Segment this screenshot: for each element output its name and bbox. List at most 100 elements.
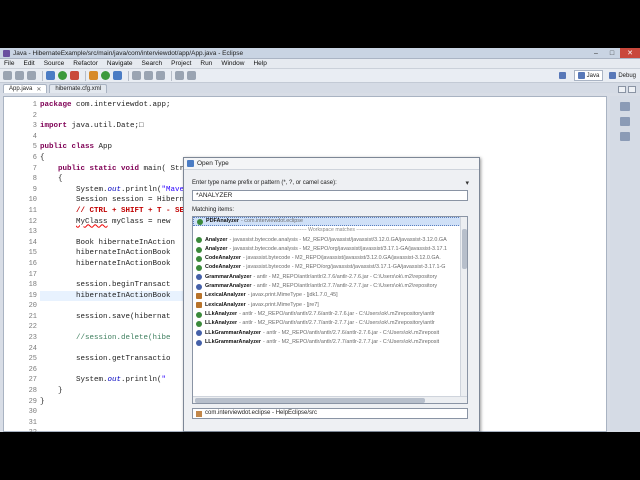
external-tools-icon[interactable] bbox=[70, 71, 79, 80]
window-title: Java - HibernateExample/src/main/java/co… bbox=[13, 49, 244, 57]
menu-help[interactable]: Help bbox=[253, 60, 266, 67]
perspective-switcher: Java Debug bbox=[553, 70, 640, 81]
result-item[interactable]: Analyzer - javassist.bytecode.analysis - … bbox=[193, 236, 467, 245]
result-item[interactable]: CodeAnalyzer - javassist.bytecode - M2_RE… bbox=[193, 263, 467, 272]
type-pattern-input[interactable]: *ANALYZER bbox=[192, 190, 468, 201]
interface-icon bbox=[196, 274, 202, 281]
open-perspective-button[interactable] bbox=[555, 70, 572, 81]
maximize-editor-button[interactable] bbox=[628, 86, 636, 93]
dialog-menu-button[interactable]: ▾ bbox=[465, 179, 469, 187]
menu-navigate[interactable]: Navigate bbox=[107, 60, 133, 67]
close-button[interactable]: ✕ bbox=[620, 48, 640, 58]
matching-items-list[interactable]: PDFAnalyzer - com.interviewdot.eclipse ---… bbox=[192, 216, 468, 404]
minimize-button[interactable]: – bbox=[588, 48, 604, 58]
toolbar-separator bbox=[85, 70, 86, 81]
dialog-title-bar: Open Type bbox=[184, 158, 479, 170]
search-icon[interactable] bbox=[144, 71, 153, 80]
result-type-name: PDFAnalyzer bbox=[206, 218, 239, 224]
result-item[interactable]: LLkAnalyzer - antlr - M2_REPO/antlr/antlr… bbox=[193, 310, 467, 319]
cup-icon bbox=[196, 293, 202, 300]
maximize-button[interactable]: □ bbox=[604, 48, 620, 58]
tab-label: hibernate.cfg.xml bbox=[55, 86, 102, 92]
result-type-name: Analyzer bbox=[205, 236, 228, 243]
outline-view-icon[interactable] bbox=[620, 102, 630, 111]
java-perspective-icon bbox=[577, 72, 585, 79]
result-qualifier: - javax.print.MimeType - [jdk1.7.0_45] bbox=[247, 292, 338, 299]
new-icon[interactable] bbox=[3, 71, 12, 80]
line-numbers: 1 2 3 4 5 6 7 8 9 10 11 12 13 14 15 16 17 18 19 20 21 22 23 24 2… bbox=[28, 101, 37, 432]
menu-window[interactable]: Window bbox=[221, 60, 244, 67]
toolbar-separator bbox=[42, 70, 43, 81]
package-icon bbox=[196, 410, 202, 417]
problems-view-icon[interactable] bbox=[620, 132, 630, 141]
class-icon bbox=[196, 237, 202, 244]
eclipse-icon bbox=[3, 49, 10, 57]
new-class-icon[interactable] bbox=[101, 71, 110, 80]
debug-perspective-button[interactable]: Debug bbox=[605, 70, 640, 81]
result-item[interactable]: LexicalAnalyzer - javax.print.MimeType - … bbox=[193, 301, 467, 310]
java-perspective-label: Java bbox=[586, 72, 600, 79]
result-item[interactable]: PDFAnalyzer - com.interviewdot.eclipse bbox=[193, 217, 467, 227]
video-letterbox-bottom bbox=[0, 432, 640, 480]
result-item[interactable]: GrammarAnalyzer - antlr - M2_REPO/antlr/a… bbox=[193, 282, 467, 291]
new-package-icon[interactable] bbox=[113, 71, 122, 80]
result-qualifier: - antlr - M2_REPO/antlr/antlr/2.7.7/antl… bbox=[239, 320, 435, 327]
minimize-editor-button[interactable] bbox=[618, 86, 626, 93]
tab-hibernate-cfg-xml[interactable]: hibernate.cfg.xml bbox=[49, 84, 108, 93]
menu-edit[interactable]: Edit bbox=[23, 60, 34, 67]
result-qualifier: - javax.print.MimeType - [jre7] bbox=[247, 301, 319, 308]
forward-icon[interactable] bbox=[187, 71, 196, 80]
menu-file[interactable]: File bbox=[4, 60, 14, 67]
workspace-matches-divider: ----------------------------------------… bbox=[228, 227, 435, 234]
new-java-project-icon[interactable] bbox=[89, 71, 98, 80]
save-icon[interactable] bbox=[15, 71, 24, 80]
back-icon[interactable] bbox=[175, 71, 184, 80]
interface-icon bbox=[196, 330, 202, 337]
task-list-icon[interactable] bbox=[620, 117, 630, 126]
main-toolbar: Java Debug bbox=[0, 69, 640, 83]
result-item[interactable]: LLkGrammarAnalyzer - antlr - M2_REPO/antl… bbox=[193, 338, 467, 347]
menu-source[interactable]: Source bbox=[44, 60, 65, 67]
menu-run[interactable]: Run bbox=[200, 60, 212, 67]
type-location-bar: com.interviewdot.eclipse - HelpEclipse/s… bbox=[192, 408, 468, 419]
type-location: com.interviewdot.eclipse - HelpEclipse/s… bbox=[205, 410, 318, 416]
close-tab-icon[interactable]: ✕ bbox=[36, 86, 41, 93]
pattern-prompt: Enter type name prefix or pattern (*, ?,… bbox=[192, 180, 337, 186]
result-type-name: GrammarAnalyzer bbox=[205, 283, 252, 290]
debug-icon[interactable] bbox=[46, 71, 55, 80]
run-icon[interactable] bbox=[58, 71, 67, 80]
result-qualifier: - javassist.bytecode.analysis - M2_REPO/… bbox=[229, 245, 447, 252]
tab-label: App.java bbox=[9, 86, 33, 92]
tab-app-java[interactable]: App.java ✕ bbox=[3, 84, 48, 93]
result-item[interactable]: Analyzer - javassist.bytecode.analysis - … bbox=[193, 245, 467, 254]
debug-perspective-icon bbox=[609, 72, 617, 79]
result-type-name: GrammarAnalyzer bbox=[205, 273, 252, 280]
open-type-icon[interactable] bbox=[132, 71, 141, 80]
result-item[interactable]: GrammarAnalyzer - antlr - M2_REPO/antlr/a… bbox=[193, 273, 467, 282]
result-item[interactable]: LLkAnalyzer - antlr - M2_REPO/antlr/antlr… bbox=[193, 319, 467, 328]
print-icon[interactable] bbox=[27, 71, 36, 80]
result-type-name: LLkGrammarAnalyzer bbox=[205, 329, 262, 336]
result-qualifier: - javassist.bytecode - M2_REPO/org/javas… bbox=[242, 264, 446, 271]
open-type-icon bbox=[187, 160, 194, 167]
menu-bar: File Edit Source Refactor Navigate Searc… bbox=[0, 59, 640, 69]
title-bar: Java - HibernateExample/src/main/java/co… bbox=[0, 48, 640, 59]
java-perspective-button[interactable]: Java bbox=[573, 70, 604, 81]
result-type-name: CodeAnalyzer bbox=[205, 255, 241, 262]
matching-items-label: Matching items: bbox=[192, 207, 235, 213]
results-scrollbar[interactable] bbox=[460, 217, 467, 403]
result-item[interactable]: CodeAnalyzer - javassist.bytecode - M2_RE… bbox=[193, 254, 467, 263]
results-horizontal-scrollbar[interactable] bbox=[193, 396, 467, 403]
class-icon bbox=[196, 320, 202, 327]
result-item[interactable]: LLkGrammarAnalyzer - antlr - M2_REPO/antl… bbox=[193, 329, 467, 338]
menu-search[interactable]: Search bbox=[142, 60, 163, 67]
video-letterbox-top bbox=[0, 0, 640, 48]
result-type-name: LexicalAnalyzer bbox=[205, 292, 246, 299]
menu-project[interactable]: Project bbox=[171, 60, 191, 67]
debug-perspective-label: Debug bbox=[618, 72, 636, 79]
annotation-icon[interactable] bbox=[156, 71, 165, 80]
result-item[interactable]: LexicalAnalyzer - javax.print.MimeType - … bbox=[193, 291, 467, 300]
menu-refactor[interactable]: Refactor bbox=[73, 60, 98, 67]
result-qualifier: - antlr - M2_REPO/antlr/antlr/2.7.6/antl… bbox=[263, 329, 440, 336]
result-type-name: CodeAnalyzer bbox=[205, 264, 241, 271]
